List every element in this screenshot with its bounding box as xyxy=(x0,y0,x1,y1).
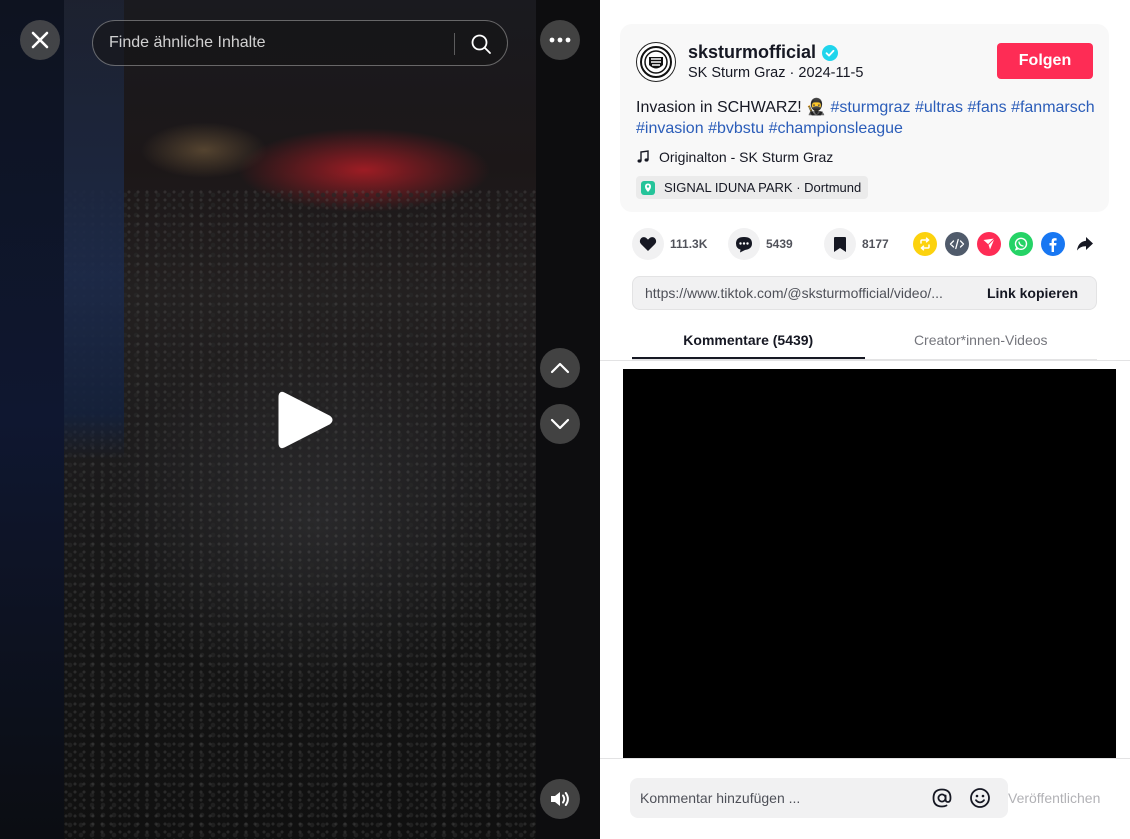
comment-input[interactable] xyxy=(640,790,920,806)
chevron-down-icon xyxy=(550,418,570,430)
repost-icon xyxy=(920,237,930,251)
bookmark-icon xyxy=(834,236,846,252)
send-to-friends-button[interactable] xyxy=(977,232,1001,256)
like-count: 111.3K xyxy=(670,237,708,251)
subline-separator: · xyxy=(785,65,799,81)
volume-icon xyxy=(551,792,569,806)
display-name: SK Sturm Graz xyxy=(688,65,786,81)
comment-count: 5439 xyxy=(766,237,793,251)
copy-link-button[interactable]: Link kopieren xyxy=(969,285,1096,301)
like-button[interactable] xyxy=(632,228,664,260)
search-divider xyxy=(454,33,455,55)
hashtag[interactable]: #championsleague xyxy=(769,120,903,137)
whatsapp-share-button[interactable] xyxy=(1009,232,1033,256)
embed-button[interactable] xyxy=(945,232,969,256)
save-button[interactable] xyxy=(824,228,856,260)
comments-list[interactable] xyxy=(623,369,1116,759)
like-stat[interactable]: 111.3K xyxy=(632,228,710,260)
hashtag[interactable]: #invasion xyxy=(636,120,704,137)
more-share-button[interactable] xyxy=(1073,232,1097,256)
save-count: 8177 xyxy=(862,237,889,251)
description-text: Invasion in SCHWARZ! 🥷 xyxy=(636,99,827,116)
username-text[interactable]: sksturmofficial xyxy=(688,42,816,63)
username[interactable]: sksturmofficial xyxy=(688,42,839,63)
save-stat[interactable]: 8177 xyxy=(824,228,902,260)
club-logo-icon xyxy=(640,46,672,78)
hashtag[interactable]: #ultras xyxy=(915,99,963,116)
hashtag[interactable]: #sturmgraz xyxy=(831,99,911,116)
repost-button[interactable] xyxy=(913,232,937,256)
heart-icon xyxy=(639,237,657,251)
emoji-icon[interactable] xyxy=(968,786,992,810)
publish-button[interactable]: Veröffentlichen xyxy=(1008,790,1100,806)
avatar[interactable] xyxy=(636,42,676,82)
comment-icon xyxy=(736,236,752,252)
whatsapp-icon xyxy=(1014,237,1028,251)
facebook-share-button[interactable] xyxy=(1041,232,1065,256)
hashtag[interactable]: #bvbstu xyxy=(708,120,764,137)
mention-icon[interactable] xyxy=(930,786,954,810)
search-icon xyxy=(471,34,491,54)
share-link-box: https://www.tiktok.com/@sksturmofficial/… xyxy=(632,276,1097,310)
more-options-button[interactable] xyxy=(540,20,580,60)
facebook-icon xyxy=(1049,238,1057,252)
chevron-up-icon xyxy=(550,362,570,374)
paper-plane-icon xyxy=(983,238,995,250)
post-description: Invasion in SCHWARZ! 🥷 #sturmgraz #ultra… xyxy=(636,97,1096,139)
tabs-divider xyxy=(600,360,1130,361)
video-player[interactable] xyxy=(0,0,600,839)
panel-tabs: Kommentare (5439) Creator*innen-Videos xyxy=(632,322,1097,360)
music-link[interactable]: Originalton - SK Sturm Graz xyxy=(636,149,833,165)
comment-button[interactable] xyxy=(728,228,760,260)
comment-stat[interactable]: 5439 xyxy=(728,228,806,260)
embed-code-icon xyxy=(949,238,965,250)
music-title[interactable]: Originalton - SK Sturm Graz xyxy=(659,149,833,165)
play-icon[interactable] xyxy=(276,390,334,450)
verified-badge-icon xyxy=(822,44,839,61)
engagement-stats: 111.3K 5439 8177 xyxy=(632,228,920,260)
post-info-card: sksturmofficial SK Sturm Graz · 2024-11-… xyxy=(620,24,1109,212)
close-button[interactable] xyxy=(20,20,60,60)
music-note-icon xyxy=(637,150,649,163)
tab-comments[interactable]: Kommentare (5439) xyxy=(632,322,865,359)
video-background-left xyxy=(0,0,64,839)
hashtag[interactable]: #fans xyxy=(967,99,1006,116)
close-icon xyxy=(31,31,49,49)
share-arrow-icon xyxy=(1077,237,1093,251)
search-input[interactable] xyxy=(109,34,449,52)
search-bar[interactable] xyxy=(92,20,508,66)
post-date: 2024-11-5 xyxy=(798,65,864,81)
author-subline: SK Sturm Graz · 2024-11-5 xyxy=(688,65,863,81)
location-pin-icon xyxy=(641,180,655,195)
share-link-url[interactable]: https://www.tiktok.com/@sksturmofficial/… xyxy=(633,285,969,301)
tab-creator-videos[interactable]: Creator*innen-Videos xyxy=(865,322,1098,359)
next-video-button[interactable] xyxy=(540,404,580,444)
location-text[interactable]: SIGNAL IDUNA PARK · Dortmund xyxy=(664,180,861,195)
details-panel: sksturmofficial SK Sturm Graz · 2024-11-… xyxy=(600,0,1130,839)
follow-button[interactable]: Folgen xyxy=(997,43,1093,79)
previous-video-button[interactable] xyxy=(540,348,580,388)
comment-input-box[interactable] xyxy=(630,778,1008,818)
more-icon xyxy=(549,37,571,43)
hashtag[interactable]: #fanmarsch xyxy=(1011,99,1095,116)
comment-bar-divider xyxy=(600,758,1130,759)
share-row xyxy=(913,232,1097,256)
volume-button[interactable] xyxy=(540,779,580,819)
location-chip[interactable]: SIGNAL IDUNA PARK · Dortmund xyxy=(636,176,869,199)
search-button[interactable] xyxy=(469,32,493,56)
